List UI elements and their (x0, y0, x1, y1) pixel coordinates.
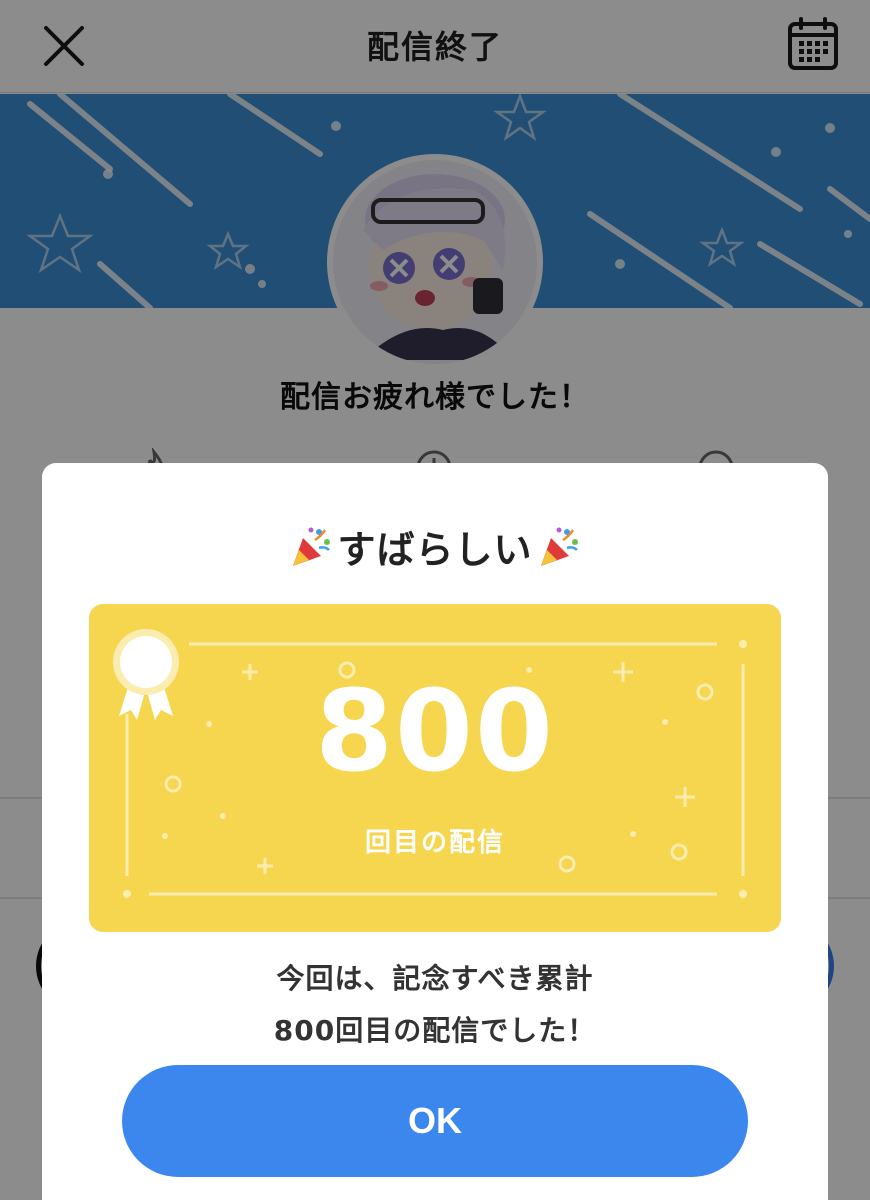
milestone-dialog: すばらしい 800 回目の配信 今回は、記念すべき累計 800回目の配信でした！… (42, 463, 828, 1200)
dialog-title-text: すばらしい (337, 527, 533, 572)
stream-count: 800 (315, 667, 555, 797)
ok-button[interactable]: OK (122, 1065, 748, 1177)
message-line-2: 800回目の配信でした！ (273, 1014, 597, 1047)
milestone-card: 800 回目の配信 (89, 604, 781, 932)
party-popper-icon (540, 527, 578, 566)
dialog-title: すばらしい (42, 521, 828, 572)
milestone-message: 今回は、記念すべき累計 800回目の配信でした！ (42, 953, 828, 1057)
stream-count-caption: 回目の配信 (364, 828, 505, 858)
message-line-1: 今回は、記念すべき累計 (276, 962, 594, 995)
party-popper-icon (293, 527, 331, 566)
